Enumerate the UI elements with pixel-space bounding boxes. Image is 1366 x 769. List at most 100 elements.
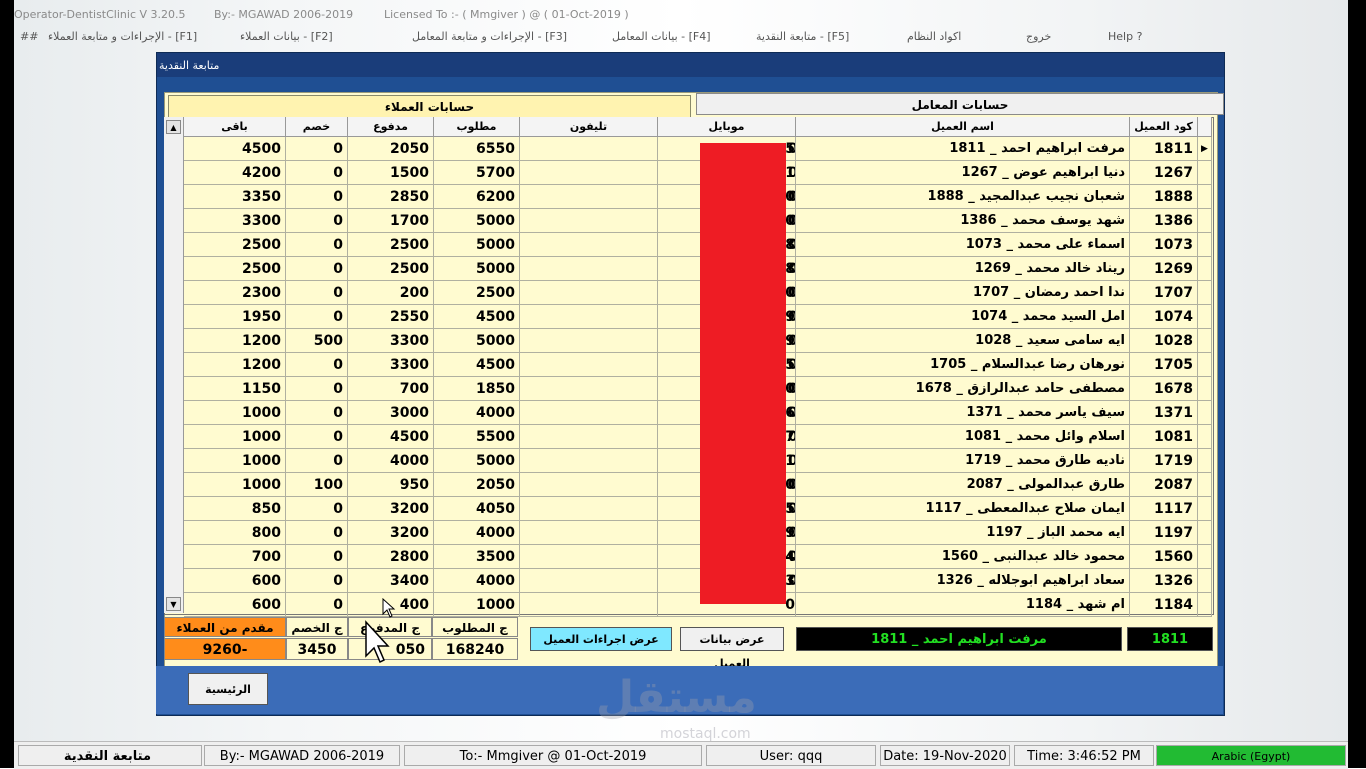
cell-code[interactable]: 2087 <box>1130 473 1198 497</box>
table-row[interactable]: 1197ايه محمد الباز _ 119709400032000800 <box>164 521 1212 545</box>
menu-help[interactable]: Help ? <box>1108 30 1142 43</box>
cell-phone[interactable] <box>520 521 658 545</box>
cell-name[interactable]: سيف ياسر محمد _ 1371 <box>796 401 1130 425</box>
cell-required[interactable]: 5000 <box>434 449 520 473</box>
cell-name[interactable]: ايمان صلاح عبدالمعطى _ 1117 <box>796 497 1130 521</box>
cell-phone[interactable] <box>520 209 658 233</box>
cell-discount[interactable]: 0 <box>286 401 348 425</box>
cell-phone[interactable] <box>520 257 658 281</box>
cell-phone[interactable] <box>520 185 658 209</box>
row-selector[interactable] <box>1198 377 1212 401</box>
table-row[interactable]: 1678مصطفى حامد عبدالرازق _ 1678001850700… <box>164 377 1212 401</box>
cell-name[interactable]: ايه محمد الباز _ 1197 <box>796 521 1130 545</box>
cell-remaining[interactable]: 2300 <box>184 281 286 305</box>
menu-lab-data[interactable]: بيانات المعامل - [F4] <box>612 30 711 43</box>
table-row[interactable]: 1267دنيا ابراهيم عوض _ 12670157001500042… <box>164 161 1212 185</box>
table-row[interactable]: 1888شعبان نجيب عبدالمجيد _ 1888006200285… <box>164 185 1212 209</box>
cell-discount[interactable]: 0 <box>286 569 348 593</box>
cell-phone[interactable] <box>520 545 658 569</box>
cell-phone[interactable] <box>520 473 658 497</box>
cell-required[interactable]: 4000 <box>434 401 520 425</box>
cell-code[interactable]: 1386 <box>1130 209 1198 233</box>
cell-phone[interactable] <box>520 353 658 377</box>
cell-phone[interactable] <box>520 497 658 521</box>
cell-paid[interactable]: 3300 <box>348 353 434 377</box>
menu-exit[interactable]: خروج <box>1026 30 1051 43</box>
row-selector[interactable] <box>1198 305 1212 329</box>
cell-remaining[interactable]: 600 <box>184 569 286 593</box>
row-selector[interactable] <box>1198 449 1212 473</box>
cell-required[interactable]: 5500 <box>434 425 520 449</box>
cell-required[interactable]: 4050 <box>434 497 520 521</box>
show-client-procedures-button[interactable]: عرض اجراءات العميل <box>530 627 672 651</box>
cell-required[interactable]: 2500 <box>434 281 520 305</box>
cell-paid[interactable]: 1500 <box>348 161 434 185</box>
cell-required[interactable]: 4500 <box>434 305 520 329</box>
cell-name[interactable]: مصطفى حامد عبدالرازق _ 1678 <box>796 377 1130 401</box>
cell-required[interactable]: 6200 <box>434 185 520 209</box>
col-header-required[interactable]: مطلوب <box>434 117 520 137</box>
cell-required[interactable]: 5000 <box>434 329 520 353</box>
cell-remaining[interactable]: 1000 <box>184 401 286 425</box>
table-row[interactable]: 1326سعاد ابراهيم ابوجلاله _ 1326 0 3 400034… <box>164 569 1212 593</box>
cell-discount[interactable]: 0 <box>286 545 348 569</box>
cell-remaining[interactable]: 1200 <box>184 329 286 353</box>
cell-code[interactable]: 1081 <box>1130 425 1198 449</box>
cell-paid[interactable]: 700 <box>348 377 434 401</box>
row-selector[interactable] <box>1198 521 1212 545</box>
cell-required[interactable]: 4500 <box>434 353 520 377</box>
cell-phone[interactable] <box>520 569 658 593</box>
cell-remaining[interactable]: 1950 <box>184 305 286 329</box>
cell-discount[interactable]: 0 <box>286 497 348 521</box>
home-button[interactable]: الرئيسية <box>188 673 268 705</box>
row-selector[interactable] <box>1198 593 1212 617</box>
cell-remaining[interactable]: 600 <box>184 593 286 617</box>
tab-client-accounts[interactable]: حسابات العملاء <box>168 95 691 117</box>
cell-code[interactable]: 1888 <box>1130 185 1198 209</box>
cell-phone[interactable] <box>520 233 658 257</box>
cell-code[interactable]: 1326 <box>1130 569 1198 593</box>
cell-discount[interactable]: 100 <box>286 473 348 497</box>
col-header-mobile[interactable]: موبايل <box>658 117 796 137</box>
cell-discount[interactable]: 0 <box>286 377 348 401</box>
col-header-code[interactable]: كود العميل <box>1130 117 1198 137</box>
cell-paid[interactable]: 1700 <box>348 209 434 233</box>
cell-phone[interactable] <box>520 305 658 329</box>
row-selector[interactable] <box>1198 233 1212 257</box>
row-selector[interactable] <box>1198 401 1212 425</box>
cell-required[interactable]: 4000 <box>434 521 520 545</box>
cell-paid[interactable]: 4500 <box>348 425 434 449</box>
menu-client-procedures[interactable]: الإجراءات و متابعة العملاء - [F1] <box>48 30 197 43</box>
row-selector[interactable] <box>1198 257 1212 281</box>
cell-paid[interactable]: 3300 <box>348 329 434 353</box>
cell-paid[interactable]: 3200 <box>348 521 434 545</box>
cell-paid[interactable]: 3000 <box>348 401 434 425</box>
cell-code[interactable]: 1028 <box>1130 329 1198 353</box>
col-header-paid[interactable]: مدفوع <box>348 117 434 137</box>
cell-paid[interactable]: 2550 <box>348 305 434 329</box>
cell-remaining[interactable]: 1000 <box>184 425 286 449</box>
cell-code[interactable]: 1073 <box>1130 233 1198 257</box>
scroll-down-button[interactable]: ▼ <box>166 597 181 611</box>
cell-remaining[interactable]: 1000 <box>184 473 286 497</box>
cell-phone[interactable] <box>520 329 658 353</box>
tab-lab-accounts[interactable]: حسابات المعامل <box>696 93 1224 115</box>
cell-remaining[interactable]: 3300 <box>184 209 286 233</box>
table-row[interactable]: 1386شهد يوسف محمد _ 13860105000170003300 <box>164 209 1212 233</box>
cell-paid[interactable]: 3400 <box>348 569 434 593</box>
cell-required[interactable]: 3500 <box>434 545 520 569</box>
cell-required[interactable]: 5700 <box>434 161 520 185</box>
cell-remaining[interactable]: 850 <box>184 497 286 521</box>
scroll-up-button[interactable]: ▲ <box>166 120 181 134</box>
cell-required[interactable]: 2050 <box>434 473 520 497</box>
cell-discount[interactable]: 0 <box>286 209 348 233</box>
row-selector[interactable] <box>1198 329 1212 353</box>
cell-discount[interactable]: 0 <box>286 305 348 329</box>
cell-required[interactable]: 1850 <box>434 377 520 401</box>
cell-discount[interactable]: 0 <box>286 593 348 617</box>
table-row[interactable]: 1371سيف ياسر محمد _ 1371064000300001000 <box>164 401 1212 425</box>
cell-name[interactable]: طارق عبدالمولى _ 2087 <box>796 473 1130 497</box>
table-row[interactable]: 1184 ام شهد _ 1184 0 1000 400 0 600 <box>164 593 1212 617</box>
col-header-name[interactable]: اسم العميل <box>796 117 1130 137</box>
table-row[interactable]: 1074امل السيد محمد _ 1074094500255001950 <box>164 305 1212 329</box>
